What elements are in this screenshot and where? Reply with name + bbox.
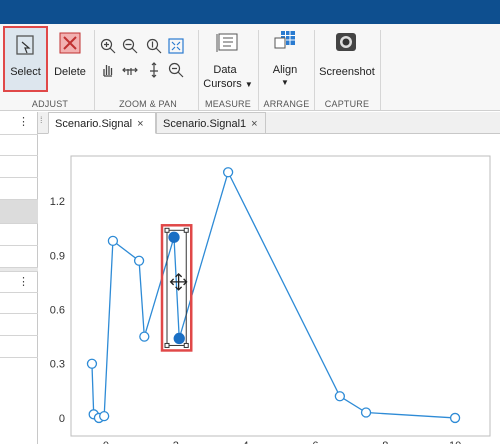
dropdown-arrow-icon: ▼ [244,80,253,89]
y-tick-label: 0.6 [50,305,65,317]
resize-handle [183,227,189,233]
data-cursors-label-line1: Data [213,64,237,76]
group-label-measure: MEASURE [205,99,251,109]
close-icon[interactable]: × [137,118,143,130]
pan-vertical-icon[interactable] [146,62,162,78]
plot-frame [70,155,491,437]
group-label-capture: CAPTURE [324,99,370,109]
select-icon [16,35,34,55]
data-cursors-button[interactable]: Data Cursors ▼ [203,28,253,92]
screenshot-label: Screenshot [319,66,375,78]
data-cursors-label-line2: Cursors ▼ [203,78,253,90]
data-cursors-icon [216,33,238,52]
separator [94,30,95,110]
data-point [139,331,150,342]
zoom-out-icon[interactable] [168,62,184,78]
data-point [99,410,110,422]
separator [380,30,381,110]
left-panel-row[interactable] [0,292,38,314]
data-point [86,358,98,369]
separator [258,30,259,110]
title-bar [0,0,500,24]
pan-horizontal-icon[interactable] [122,62,138,78]
group-label-arrange: ARRANGE [263,99,310,109]
resize-handle [183,342,189,348]
data-point [222,167,234,178]
left-panel-row[interactable] [0,224,38,246]
delete-icon [59,32,81,54]
panel-menu-icon[interactable]: ⋮ [18,275,29,288]
close-icon[interactable]: × [251,118,257,130]
x-tick-label: 0 [103,440,109,444]
left-panel-row[interactable] [0,314,38,336]
screenshot-button[interactable]: Screenshot [318,28,376,92]
resize-handle [164,342,170,348]
selected-data-point [168,231,180,243]
group-label-adjust: ADJUST [31,99,69,109]
left-panel-row[interactable] [0,178,38,200]
data-point [133,255,145,266]
document-tabs: ⁞ Scenario.Signal × Scenario.Signal1 × [38,112,500,134]
align-button[interactable]: Align ▼ [263,28,307,92]
left-panel-row[interactable] [0,336,38,358]
y-tick-label: 0.3 [50,359,65,371]
zoom-horizontal-icon[interactable] [122,38,138,54]
left-panel-row[interactable] [0,246,38,268]
tab-scenario-signal1[interactable]: Scenario.Signal1 × [156,112,266,134]
pan-icon[interactable] [100,62,116,78]
camera-icon [336,33,356,51]
y-tick-label: 0.9 [50,250,65,262]
left-panel-row[interactable] [0,134,38,156]
resize-handle [164,227,170,233]
data-cursors-label-text: Cursors [203,78,242,90]
left-panel-row[interactable] [0,156,38,178]
separator [198,30,199,110]
left-panel-divider [0,268,38,272]
x-tick-label: 2 [173,440,179,444]
data-point [449,412,461,424]
zoom-in-icon[interactable] [100,38,116,54]
align-dropdown-icon: ▼ [281,78,289,87]
tab-label: Scenario.Signal [55,118,133,130]
y-tick-label: 1.2 [50,196,65,208]
fit-to-view-icon[interactable] [168,38,184,54]
toolstrip-ribbon: Select Delete Data Cursors ▼ Align ▼ Scr… [0,24,500,111]
x-tick-label: 6 [312,440,318,444]
tab-label: Scenario.Signal1 [163,118,247,130]
left-panel-row-selected[interactable] [0,200,38,224]
tab-handle: ⁞ [40,115,43,125]
select-button[interactable]: Select [3,26,48,92]
tab-scenario-signal[interactable]: Scenario.Signal × [48,112,156,134]
selected-data-point [173,332,185,345]
plot-axes: 0 2 4 6 8 10 0 0.3 0.6 0.9 1.2 [50,155,491,444]
select-label: Select [10,66,41,78]
signal-plot[interactable]: 0 2 4 6 8 10 0 0.3 0.6 0.9 1.2 [38,134,500,444]
panel-menu-icon[interactable]: ⋮ [18,115,29,128]
align-grid-icon [274,31,295,49]
delete-button[interactable]: Delete [50,28,90,90]
left-panel: ⋮ ⋮ [0,112,38,444]
data-point [107,235,119,247]
data-point [334,391,346,402]
delete-label: Delete [54,66,86,78]
x-tick-label: 4 [243,440,249,444]
align-label: Align [272,64,298,76]
x-tick-label: 10 [449,440,461,444]
zoom-vertical-icon[interactable] [146,38,162,54]
x-tick-label: 8 [382,440,388,444]
y-tick-label: 0 [59,413,65,425]
group-label-zoom-pan: ZOOM & PAN [119,99,177,109]
data-point [360,407,372,418]
separator [314,30,315,110]
